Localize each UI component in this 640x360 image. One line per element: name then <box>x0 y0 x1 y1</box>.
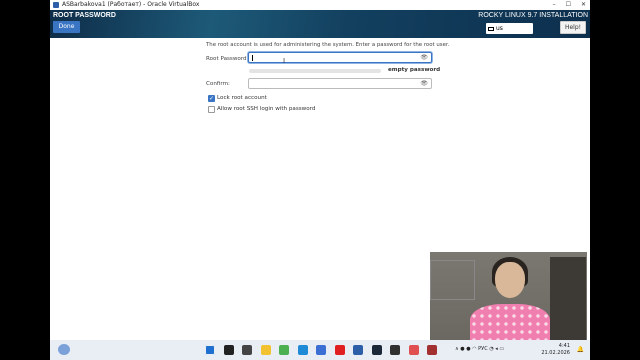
taskbar-app-2-icon[interactable] <box>427 345 437 355</box>
taskbar-start-icon[interactable] <box>205 345 215 355</box>
tray-chevron-icon[interactable]: ∧ <box>455 346 459 352</box>
window-controls: – ☐ ✕ <box>553 0 586 10</box>
done-button[interactable]: Done <box>53 21 80 33</box>
webcam-shirt-pattern <box>470 304 550 340</box>
product-title: ROCKY LINUX 9.7 INSTALLATION <box>478 12 588 19</box>
taskbar-task-view-icon[interactable] <box>242 345 252 355</box>
password-strength-bar <box>249 69 381 73</box>
lock-root-label: Lock root account <box>217 95 267 101</box>
wifi-icon[interactable]: ◔ <box>489 346 493 352</box>
spoke-header: ROOT PASSWORD Done ROCKY LINUX 9.7 INSTA… <box>50 10 590 38</box>
webcam-shelf <box>430 260 475 300</box>
spoke-title: ROOT PASSWORD <box>53 12 116 19</box>
intro-text: The root account is used for administeri… <box>206 42 450 48</box>
confirm-password-input[interactable]: 👁 <box>248 78 432 89</box>
keyboard-layout-indicator[interactable]: us <box>486 23 533 34</box>
lock-root-checkbox[interactable]: ✓ <box>208 95 215 102</box>
root-password-label: Root Password: <box>206 56 249 62</box>
battery-icon[interactable]: ▭ <box>499 346 504 352</box>
tray-app-icon[interactable]: ● <box>460 346 464 352</box>
webcam-person-face <box>495 262 525 298</box>
language-indicator[interactable]: РУС <box>478 346 488 352</box>
virtualbox-title-bar: ASBarbakova1 (Работает) - Oracle Virtual… <box>50 0 590 10</box>
taskbar-youtube-icon[interactable] <box>334 345 345 355</box>
webcam-overlay <box>430 252 587 340</box>
taskbar-steam-icon[interactable] <box>371 345 382 355</box>
webcam-door <box>550 257 586 340</box>
taskbar-virtualbox-icon[interactable] <box>353 345 363 355</box>
allow-ssh-checkbox[interactable] <box>208 106 215 113</box>
show-password-icon[interactable]: 👁 <box>420 54 428 62</box>
network-icon[interactable]: ◠ <box>472 346 476 352</box>
screen: ASBarbakova1 (Работает) - Oracle Virtual… <box>0 0 640 360</box>
taskbar: ∧ ● ● ◠ РУС ◔ ◂ ▭ 4:41 21.02.2026 🔔 <box>50 340 590 360</box>
minimize-button[interactable]: – <box>553 0 556 10</box>
taskbar-chrome-icon[interactable] <box>279 345 289 355</box>
volume-icon[interactable]: ◂ <box>495 346 498 352</box>
root-password-input[interactable]: 👁 <box>248 52 432 63</box>
confirm-label: Confirm: <box>206 81 230 87</box>
taskbar-edge-icon[interactable] <box>297 345 308 355</box>
weather-widget-icon[interactable] <box>58 344 70 355</box>
window-title: ASBarbakova1 (Работает) - Oracle Virtual… <box>62 1 200 8</box>
clock-time: 4:41 <box>558 343 570 349</box>
clock-date: 21.02.2026 <box>541 350 570 356</box>
maximize-button[interactable]: ☐ <box>566 0 571 10</box>
virtualbox-icon <box>53 2 59 8</box>
tray-app-icon[interactable]: ● <box>466 346 470 352</box>
help-button[interactable]: Help! <box>560 21 586 34</box>
password-strength-text: empty password <box>388 67 441 73</box>
close-button[interactable]: ✕ <box>581 0 586 10</box>
show-confirm-icon[interactable]: 👁 <box>420 80 428 88</box>
keyboard-layout-label: us <box>496 25 503 32</box>
clock[interactable]: 4:41 21.02.2026 <box>541 343 570 357</box>
text-caret <box>252 55 253 61</box>
taskbar-obs-icon[interactable] <box>390 345 400 355</box>
taskbar-search-icon[interactable] <box>223 345 234 355</box>
system-tray: ∧ ● ● ◠ РУС ◔ ◂ ▭ <box>455 346 504 352</box>
taskbar-file-explorer-icon[interactable] <box>260 345 271 355</box>
allow-ssh-label: Allow root SSH login with password <box>217 106 316 112</box>
taskbar-app-1-icon[interactable] <box>408 345 419 355</box>
keyboard-icon <box>488 26 494 31</box>
notification-bell-icon[interactable]: 🔔 <box>577 346 584 353</box>
mouse-cursor-icon: I <box>283 57 286 65</box>
taskbar-store-icon[interactable] <box>316 345 326 355</box>
